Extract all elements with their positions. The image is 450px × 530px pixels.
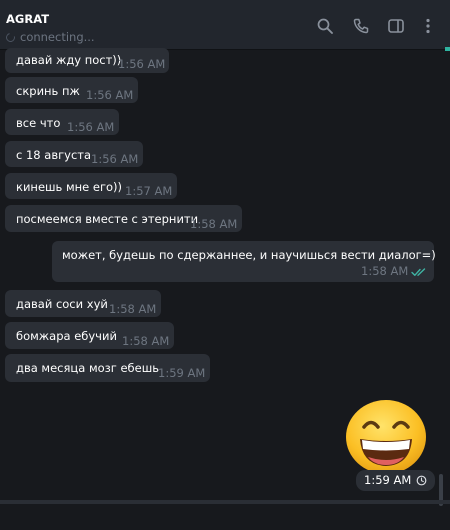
- message-text: два месяца мозг ебешь: [16, 361, 160, 375]
- message-bubble[interactable]: давай жду пост)) 1:56 AM: [5, 48, 169, 73]
- message-bubble[interactable]: бомжара ебучий 1:58 AM: [5, 322, 174, 349]
- message-time: 1:59 AM: [158, 366, 206, 380]
- message-bubble[interactable]: посмеемся вместе с этернити 1:58 AM: [5, 205, 242, 232]
- composer-divider: [0, 500, 450, 504]
- message-time: 1:58 AM: [361, 264, 409, 278]
- message-bubble[interactable]: скринь пж 1:56 AM: [5, 77, 138, 103]
- message-time: 1:56 AM: [91, 152, 139, 166]
- message-bubble-outgoing[interactable]: может, будешь по сдержаннее, и научишься…: [52, 241, 436, 282]
- clock-icon: [416, 475, 427, 486]
- sticker-time-pill: 1:59 AM: [356, 470, 435, 491]
- message-time: 1:58 AM: [109, 302, 157, 316]
- message-time: 1:56 AM: [118, 57, 166, 71]
- message-time: 1:57 AM: [125, 184, 173, 198]
- message-text: давай соси хуй: [16, 297, 108, 311]
- message-text: бомжара ебучий: [16, 329, 117, 343]
- message-bubble[interactable]: все что 1:56 AM: [5, 109, 119, 135]
- sticker-time: 1:59 AM: [364, 473, 412, 487]
- message-text: посмеемся вместе с этернити: [16, 212, 199, 226]
- message-text: может, будешь по сдержаннее, и научишься…: [62, 248, 436, 262]
- grinning-face-emoji-icon[interactable]: [344, 399, 428, 475]
- message-bubble[interactable]: давай соси хуй 1:58 AM: [5, 290, 161, 317]
- message-bubble[interactable]: кинешь мне его)) 1:57 AM: [5, 173, 177, 199]
- message-text: все что: [16, 116, 61, 130]
- message-time: 1:58 AM: [122, 334, 170, 348]
- message-time: 1:56 AM: [67, 120, 115, 134]
- read-receipt-icon: [411, 268, 426, 276]
- message-text: скринь пж: [16, 84, 80, 98]
- message-list[interactable]: давай жду пост)) 1:56 AM скринь пж 1:56 …: [0, 0, 450, 530]
- message-text: с 18 августа: [16, 148, 92, 162]
- message-time: 1:58 AM: [190, 217, 238, 231]
- message-text: давай жду пост)): [16, 53, 122, 67]
- message-time: 1:56 AM: [86, 88, 134, 102]
- message-bubble[interactable]: два месяца мозг ебешь 1:59 AM: [5, 354, 210, 382]
- message-text: кинешь мне его)): [16, 180, 123, 194]
- message-bubble[interactable]: с 18 августа 1:56 AM: [5, 141, 143, 167]
